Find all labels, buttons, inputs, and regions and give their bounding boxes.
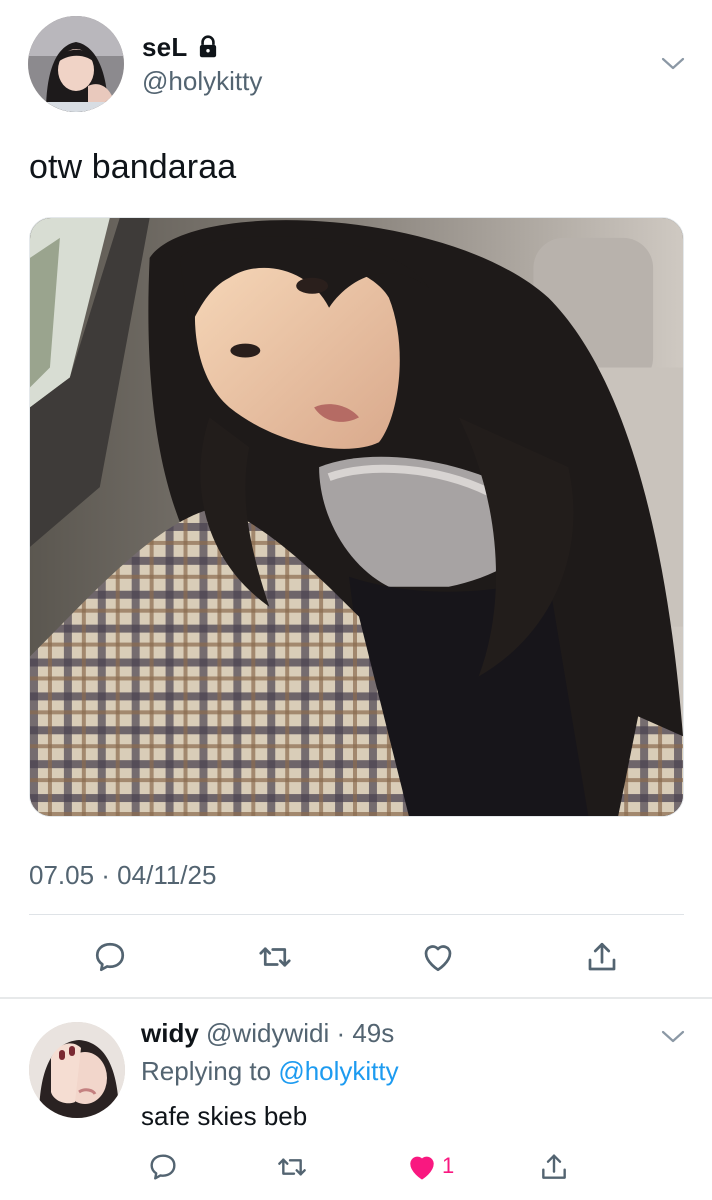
- replying-to: Replying to @holykitty: [141, 1056, 399, 1087]
- heart-icon: [410, 1156, 434, 1180]
- replying-mention-link[interactable]: @holykitty: [278, 1056, 398, 1086]
- retweet-button[interactable]: [253, 935, 297, 979]
- retweet-icon: [259, 947, 291, 967]
- tweet-actions: [0, 935, 712, 979]
- author-row: seL: [142, 32, 221, 62]
- share-icon: [588, 942, 616, 971]
- share-button[interactable]: [580, 935, 624, 979]
- reply-header: widy @widywidi · 49s: [141, 1018, 394, 1049]
- reply-tweet[interactable]: widy @widywidi · 49s Replying to @holyki…: [0, 1000, 712, 1200]
- reply-reply-button[interactable]: [143, 1147, 183, 1187]
- share-icon: [542, 1154, 566, 1179]
- thread-separator: [0, 997, 712, 999]
- reply-avatar[interactable]: [29, 1022, 125, 1118]
- reply-display-name[interactable]: widy: [141, 1018, 199, 1048]
- reply-icon: [95, 942, 125, 972]
- reply-handle-time[interactable]: @widywidi · 49s: [206, 1018, 394, 1048]
- like-count: 1: [442, 1153, 455, 1178]
- reply-text: safe skies beb: [141, 1101, 308, 1131]
- display-name[interactable]: seL: [142, 32, 187, 63]
- avatar[interactable]: [28, 16, 124, 112]
- reply-avatar-photo: [29, 1022, 125, 1118]
- chevron-down-icon[interactable]: [658, 49, 688, 79]
- reply-like-button[interactable]: [402, 1147, 442, 1187]
- reply-button[interactable]: [88, 935, 132, 979]
- author-handle[interactable]: @holykitty: [142, 66, 262, 97]
- selfie-photo: [30, 218, 683, 816]
- heart-icon: [424, 945, 452, 972]
- tweet-timestamp[interactable]: 07.05 · 04/11/25: [29, 860, 216, 891]
- tweet-text: otw bandaraa: [29, 148, 237, 186]
- reply-icon: [150, 1154, 176, 1180]
- reply-actions: 1: [0, 1147, 712, 1187]
- lock-icon: [195, 34, 221, 60]
- chevron-down-icon[interactable]: [658, 1022, 688, 1052]
- main-tweet: seL @holykitty otw bandaraa 07.05 · 04/1…: [0, 0, 712, 998]
- avatar-photo: [28, 16, 124, 112]
- retweet-icon: [278, 1158, 306, 1176]
- reply-share-button[interactable]: [534, 1147, 574, 1187]
- divider: [29, 914, 684, 915]
- tweet-photo[interactable]: [29, 217, 684, 817]
- replying-prefix: Replying to: [141, 1056, 272, 1086]
- like-button[interactable]: [416, 935, 460, 979]
- reply-retweet-button[interactable]: [272, 1147, 312, 1187]
